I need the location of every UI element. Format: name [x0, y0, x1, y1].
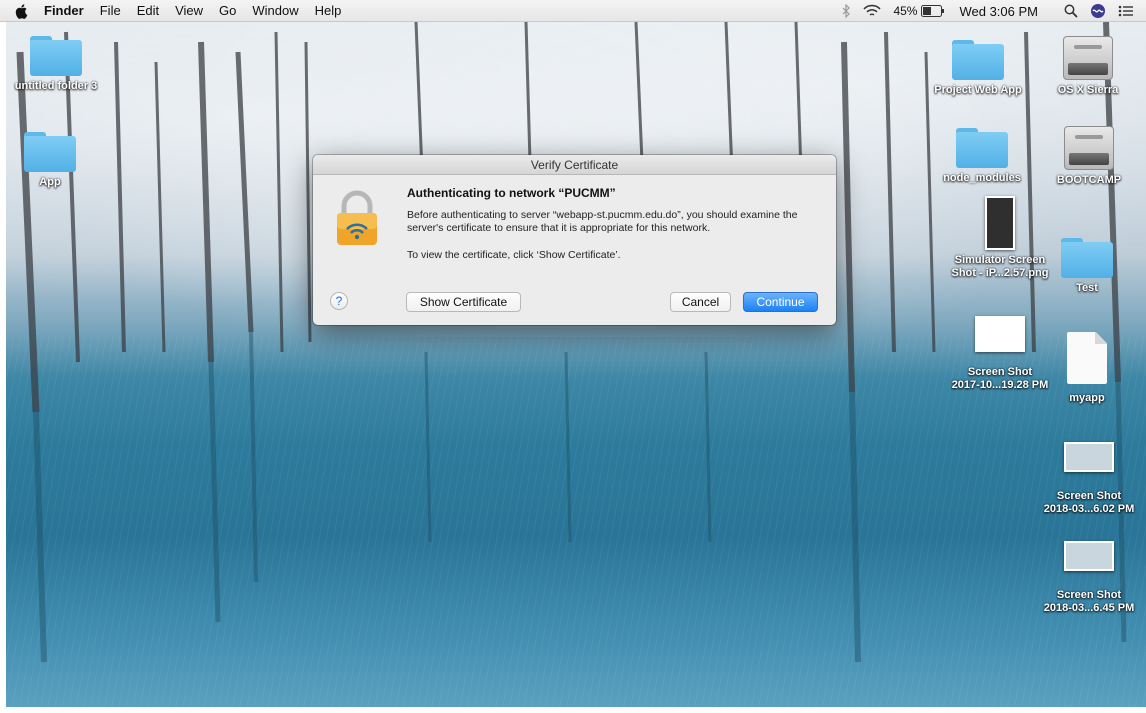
desktop-icon-label: untitled folder 3: [14, 80, 98, 92]
desktop-icon-label: 2018-03...6.02 PM: [1043, 503, 1135, 515]
battery-percent: 45%: [893, 4, 918, 18]
document-icon: [1067, 332, 1107, 384]
image-thumbnail-icon: [1064, 442, 1114, 472]
image-thumbnail-icon: [985, 196, 1015, 250]
cancel-button[interactable]: Cancel: [670, 292, 731, 312]
apple-logo-icon[interactable]: [14, 3, 30, 19]
desktop-icon-screenshot-2017[interactable]: Screen Shot 2017-10...19.28 PM: [940, 316, 1060, 392]
bluetooth-icon[interactable]: [841, 4, 851, 18]
desktop-icon-label: Test: [1076, 282, 1098, 294]
wifi-icon[interactable]: [863, 4, 881, 18]
menu-window[interactable]: Window: [252, 3, 298, 18]
desktop-icon-label: App: [39, 176, 61, 188]
desktop-icon-label: Simulator Screen: [954, 254, 1046, 266]
desktop-icon-simulator-screenshot[interactable]: Simulator Screen Shot - iP...2.57.png: [940, 196, 1060, 280]
folder-icon: [956, 128, 1008, 168]
battery-icon: [921, 5, 945, 17]
desktop-icon-label: Project Web App: [934, 84, 1022, 96]
desktop-icon-label: OS X Sierra: [1057, 84, 1119, 96]
dialog-title[interactable]: Verify Certificate: [313, 155, 836, 175]
desktop-icon-label: node_modules: [943, 172, 1021, 184]
hard-drive-icon: [1063, 36, 1113, 80]
menu-extras: 45% Wed 3:06 PM: [829, 0, 1146, 22]
folder-icon: [24, 132, 76, 172]
desktop-icon-label: myapp: [1069, 392, 1105, 404]
desktop-icon-project-web-app[interactable]: Project Web App: [928, 40, 1028, 97]
dialog-hint: To view the certificate, click ‘Show Cer…: [407, 249, 621, 261]
menu-clock[interactable]: Wed 3:06 PM: [959, 4, 1038, 19]
verify-certificate-dialog: Verify Certificate Authenticating to net…: [313, 155, 836, 325]
desktop-icon-label: 2017-10...19.28 PM: [951, 379, 1049, 391]
battery-status[interactable]: 45%: [893, 4, 945, 18]
desktop-icon-myapp[interactable]: myapp: [1050, 332, 1124, 405]
menu-bar: Finder File Edit View Go Window Help 45%…: [0, 0, 1146, 22]
menu-view[interactable]: View: [175, 3, 203, 18]
desktop-icon-label: BOOTCAMP: [1056, 174, 1122, 186]
menu-file[interactable]: File: [100, 3, 121, 18]
desktop-icon-label: Shot - iP...2.57.png: [951, 267, 1049, 279]
desktop-icon-bootcamp[interactable]: BOOTCAMP: [1044, 126, 1134, 187]
dialog-heading: Authenticating to network “PUCMM”: [407, 186, 616, 200]
continue-button[interactable]: Continue: [743, 292, 818, 312]
folder-icon: [952, 40, 1004, 80]
desktop-icon-label: Screen Shot: [1056, 589, 1122, 601]
menu-go[interactable]: Go: [219, 3, 236, 18]
menu-finder[interactable]: Finder: [44, 3, 84, 18]
desktop-icon-node-modules[interactable]: node_modules: [938, 128, 1026, 185]
desktop-icon-untitled-folder-3[interactable]: untitled folder 3: [8, 36, 104, 93]
desktop-icon-screenshot-2018-645[interactable]: Screen Shot 2018-03...6.45 PM: [1032, 541, 1146, 615]
spotlight-search-icon[interactable]: [1064, 4, 1078, 18]
folder-icon: [30, 36, 82, 76]
siri-icon[interactable]: [1090, 3, 1106, 19]
menu-help[interactable]: Help: [315, 3, 342, 18]
image-thumbnail-icon: [975, 316, 1025, 352]
help-button[interactable]: ?: [330, 292, 348, 310]
desktop-icon-label: 2018-03...6.45 PM: [1043, 602, 1135, 614]
desktop-icon-label: Screen Shot: [967, 366, 1033, 378]
desktop-icon-app[interactable]: App: [12, 132, 88, 189]
dialog-message: Before authenticating to server “webapp-…: [407, 209, 798, 234]
hard-drive-icon: [1064, 126, 1114, 170]
wifi-lock-icon: [337, 190, 377, 245]
desktop-icon-screenshot-2018-602[interactable]: Screen Shot 2018-03...6.02 PM: [1032, 442, 1146, 516]
menu-edit[interactable]: Edit: [137, 3, 159, 18]
folder-icon: [1061, 238, 1113, 278]
show-certificate-button[interactable]: Show Certificate: [406, 292, 521, 312]
notification-center-icon[interactable]: [1118, 4, 1134, 18]
desktop-icon-label: Screen Shot: [1056, 490, 1122, 502]
desktop-icon-os-x-sierra[interactable]: OS X Sierra: [1040, 36, 1136, 97]
image-thumbnail-icon: [1064, 541, 1114, 571]
desktop-icon-test[interactable]: Test: [1046, 238, 1128, 295]
